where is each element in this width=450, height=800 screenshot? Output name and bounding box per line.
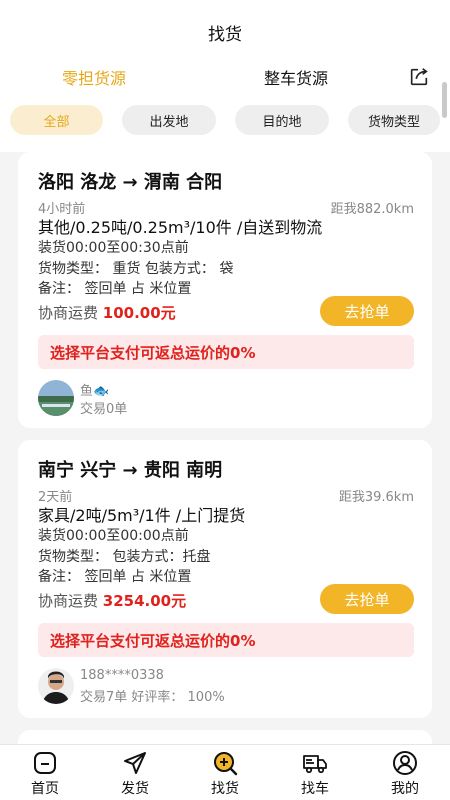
tab-ltl-cargo[interactable]: 零担货源: [62, 65, 126, 89]
bottom-nav: 首页 发货 找货 找车 我的: [0, 745, 450, 800]
loading-time: 装货00:00至00:00点前: [38, 528, 189, 544]
loading-time: 装货00:00至00:30点前: [38, 240, 189, 256]
cargo-list[interactable]: 洛阳 洛龙 → 渭南 合阳 4小时前 距我882.0km 其他/0.25吨/0.…: [0, 152, 450, 745]
nav-ship[interactable]: 发货: [90, 745, 180, 800]
nav-home[interactable]: 首页: [0, 745, 90, 800]
nav-label: 找货: [211, 781, 239, 797]
truck-icon: [303, 755, 327, 774]
send-icon: [124, 752, 146, 774]
cargo-summary: 其他/0.25吨/0.25m³/10件 /自送到物流: [38, 218, 323, 237]
chip-origin[interactable]: 出发地: [122, 105, 216, 135]
cargo-card[interactable]: 南宁 兴宁 → 贵阳 南明 2天前 距我39.6km 家具/2吨/5m³/1件 …: [18, 440, 432, 718]
promo-banner: 选择平台支付可返总运价的0%: [38, 623, 414, 657]
freight-value: 100.00元: [102, 304, 176, 322]
share-icon[interactable]: [408, 66, 430, 88]
nav-label: 找车: [301, 781, 329, 797]
nav-profile[interactable]: 我的: [360, 745, 450, 800]
nav-find-truck[interactable]: 找车: [270, 745, 360, 800]
route: 南宁 兴宁 → 贵阳 南明: [38, 460, 223, 481]
home-icon: [34, 752, 56, 774]
cargo-card[interactable]: 洛阳 洛龙 → 渭南 合阳 4小时前 距我882.0km 其他/0.25吨/0.…: [18, 152, 432, 428]
user-phone: 188****0338: [80, 668, 164, 683]
freight-label: 协商运费: [38, 304, 99, 322]
nav-label: 发货: [121, 781, 149, 797]
chip-cargo-type[interactable]: 货物类型: [348, 105, 440, 135]
search-goods-icon: [214, 752, 238, 776]
user-name: 鱼🐟: [80, 384, 110, 399]
freight-label: 协商运费: [38, 592, 99, 610]
cargo-type-packaging: 货物类型： 包装方式：托盘: [38, 549, 211, 565]
remark: 备注： 签回单 占 米位置: [38, 281, 192, 297]
cargo-card[interactable]: [18, 730, 432, 745]
remark: 备注： 签回单 占 米位置: [38, 569, 192, 585]
grab-order-button[interactable]: 去抢单: [320, 584, 414, 614]
cargo-type-packaging: 货物类型： 重货 包装方式： 袋: [38, 261, 234, 277]
route: 洛阳 洛龙 → 渭南 合阳: [38, 172, 223, 193]
freight: 协商运费 100.00元: [38, 302, 176, 323]
grab-order-button[interactable]: 去抢单: [320, 296, 414, 326]
user-stats: 交易0单: [80, 402, 128, 417]
chip-all[interactable]: 全部: [10, 105, 103, 135]
distance: 距我39.6km: [338, 490, 414, 505]
freight: 协商运费 3254.00元: [38, 590, 186, 611]
scroll-indicator: [442, 82, 447, 118]
distance: 距我882.0km: [330, 202, 414, 217]
cargo-summary: 家具/2吨/5m³/1件 /上门提货: [38, 506, 246, 525]
tab-full-truck-cargo[interactable]: 整车货源: [264, 65, 328, 89]
avatar[interactable]: [38, 668, 74, 704]
promo-banner: 选择平台支付可返总运价的0%: [38, 335, 414, 369]
profile-icon: [393, 751, 417, 775]
chip-destination[interactable]: 目的地: [235, 105, 329, 135]
user-stats: 交易7单 好评率： 100%: [80, 690, 225, 705]
nav-find-goods[interactable]: 找货: [180, 745, 270, 800]
header: 找货 零担货源 整车货源 全部 出发地 目的地 货物类型: [0, 0, 450, 152]
nav-label: 首页: [31, 781, 59, 797]
page-title: 找货: [208, 25, 242, 45]
nav-label: 我的: [391, 781, 419, 797]
avatar[interactable]: [38, 380, 74, 416]
freight-value: 3254.00元: [102, 592, 187, 610]
